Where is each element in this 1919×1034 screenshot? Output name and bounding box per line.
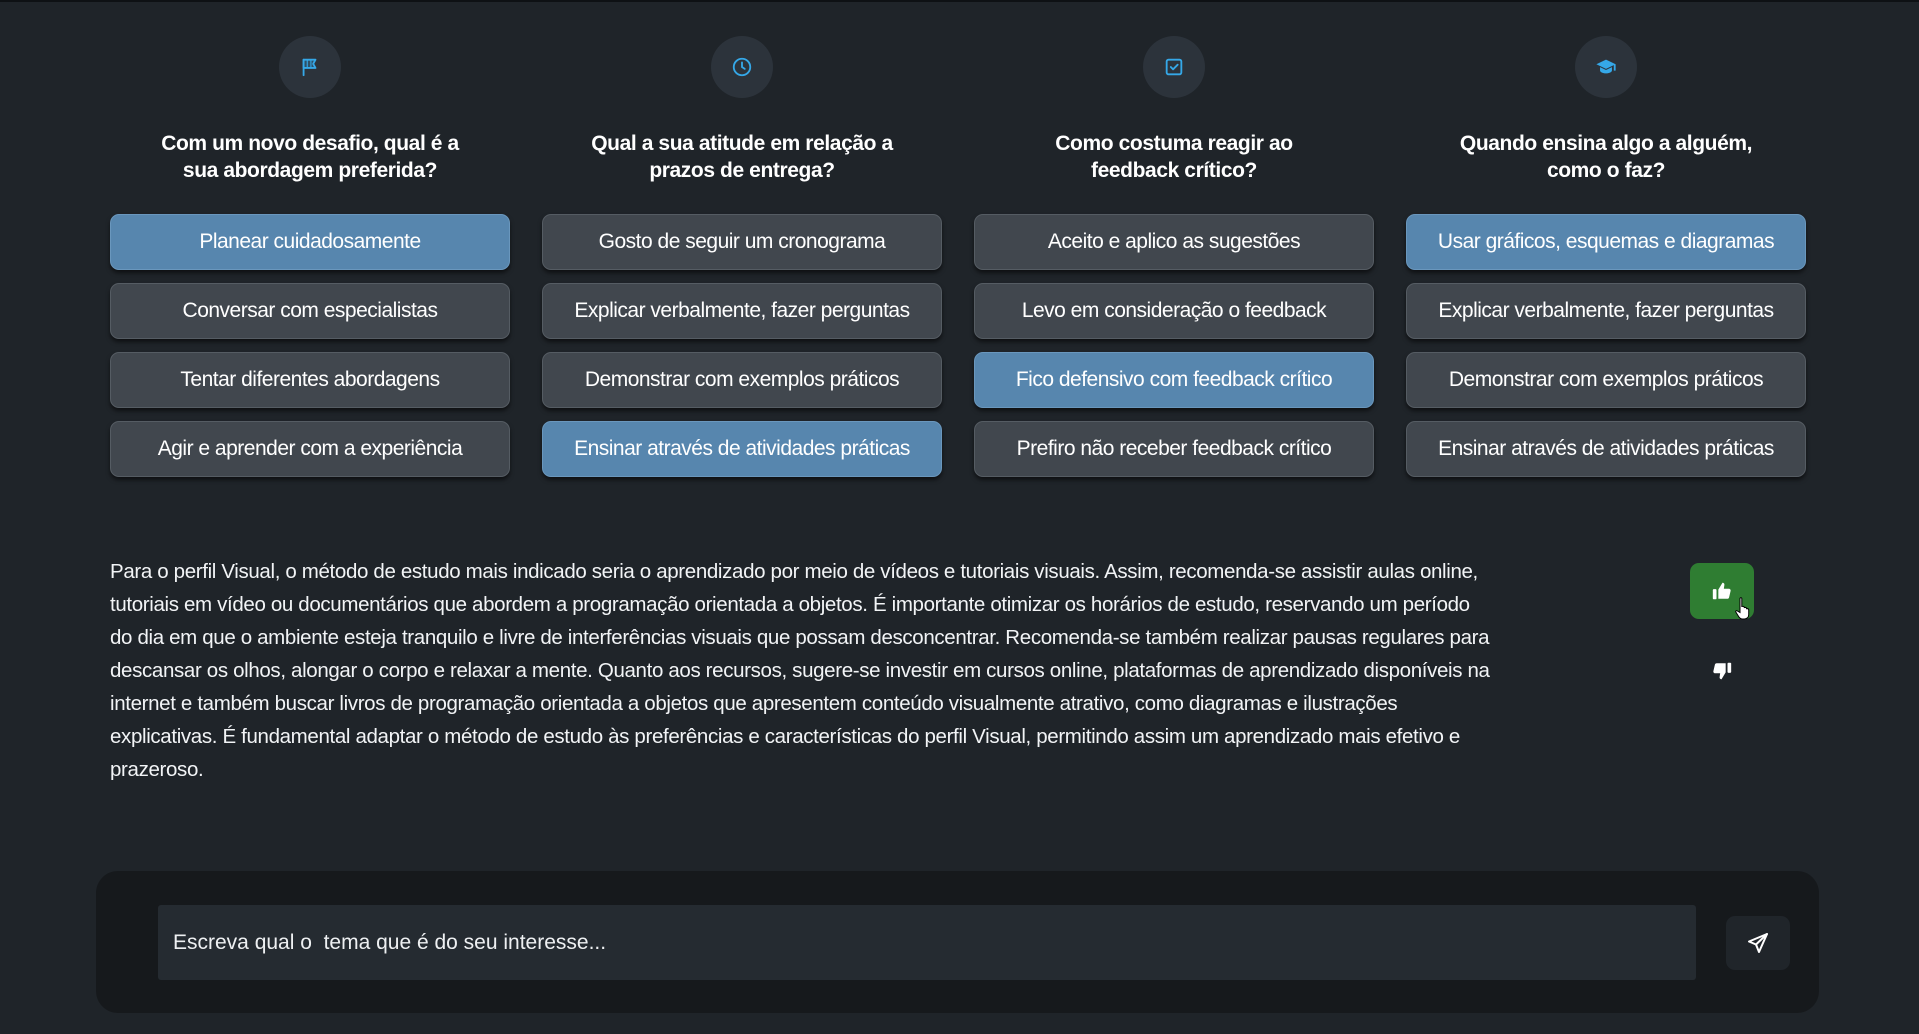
graduation-cap-icon	[1575, 36, 1637, 98]
chat-composer	[96, 871, 1819, 1013]
question-3: Como costuma reagir ao feedback crítico?…	[974, 36, 1374, 477]
questionnaire: Com um novo desafio, qual é a sua aborda…	[110, 36, 1806, 477]
topic-input[interactable]	[158, 905, 1696, 980]
answer-line: explicativas. É fundamental adaptar o mé…	[110, 725, 1460, 748]
question-2: Qual a sua atitude em relação a prazos d…	[542, 36, 942, 477]
option-button[interactable]: Levo em consideração o feedback	[974, 283, 1374, 339]
option-button[interactable]: Planear cuidadosamente	[110, 214, 510, 270]
answer-line: tutoriais em vídeo ou documentários que …	[110, 593, 1470, 616]
question-title: Com um novo desafio, qual é a sua aborda…	[161, 132, 459, 182]
option-button[interactable]: Conversar com especialistas	[110, 283, 510, 339]
question-1: Com um novo desafio, qual é a sua aborda…	[110, 36, 510, 477]
recommendation-text: Para o perfil Visual, o método de estudo…	[110, 555, 1670, 786]
flag-icon	[279, 36, 341, 98]
answer-line: do dia em que o ambiente esteja tranquil…	[110, 626, 1490, 649]
option-list: Aceito e aplico as sugestões Levo em con…	[974, 214, 1374, 477]
option-button[interactable]: Explicar verbalmente, fazer perguntas	[1406, 283, 1806, 339]
option-button[interactable]: Aceito e aplico as sugestões	[974, 214, 1374, 270]
option-button[interactable]: Ensinar através de atividades práticas	[1406, 421, 1806, 477]
question-title: Qual a sua atitude em relação a prazos d…	[591, 132, 893, 182]
option-button[interactable]: Ensinar através de atividades práticas	[542, 421, 942, 477]
dislike-button[interactable]	[1700, 652, 1744, 690]
option-button[interactable]: Fico defensivo com feedback crítico	[974, 352, 1374, 408]
checkbox-icon	[1143, 36, 1205, 98]
question-title: Como costuma reagir ao feedback crítico?	[1055, 132, 1293, 182]
option-list: Planear cuidadosamente Conversar com esp…	[110, 214, 510, 477]
thumbs-down-icon	[1713, 662, 1732, 680]
option-button[interactable]: Agir e aprender com a experiência	[110, 421, 510, 477]
option-button[interactable]: Prefiro não receber feedback crítico	[974, 421, 1374, 477]
send-button[interactable]	[1726, 916, 1790, 970]
option-button[interactable]: Gosto de seguir um cronograma	[542, 214, 942, 270]
answer-line: internet e também buscar livros de progr…	[110, 692, 1398, 715]
option-button[interactable]: Explicar verbalmente, fazer perguntas	[542, 283, 942, 339]
option-button[interactable]: Demonstrar com exemplos práticos	[1406, 352, 1806, 408]
thumbs-up-icon	[1712, 582, 1731, 600]
option-list: Gosto de seguir um cronograma Explicar v…	[542, 214, 942, 477]
answer-line: descansar os olhos, alongar o corpo e re…	[110, 659, 1490, 682]
question-4: Quando ensina algo a alguém, como o faz?…	[1406, 36, 1806, 477]
option-list: Usar gráficos, esquemas e diagramas Expl…	[1406, 214, 1806, 477]
top-border	[0, 0, 1919, 2]
question-title: Quando ensina algo a alguém, como o faz?	[1459, 132, 1753, 182]
send-icon	[1748, 933, 1768, 953]
option-button[interactable]: Demonstrar com exemplos práticos	[542, 352, 942, 408]
answer-line: Para o perfil Visual, o método de estudo…	[110, 560, 1478, 583]
mouse-pointer-icon	[1735, 597, 1750, 620]
answer-line: prazeroso.	[110, 758, 204, 781]
clock-icon	[711, 36, 773, 98]
option-button[interactable]: Tentar diferentes abordagens	[110, 352, 510, 408]
option-button[interactable]: Usar gráficos, esquemas e diagramas	[1406, 214, 1806, 270]
